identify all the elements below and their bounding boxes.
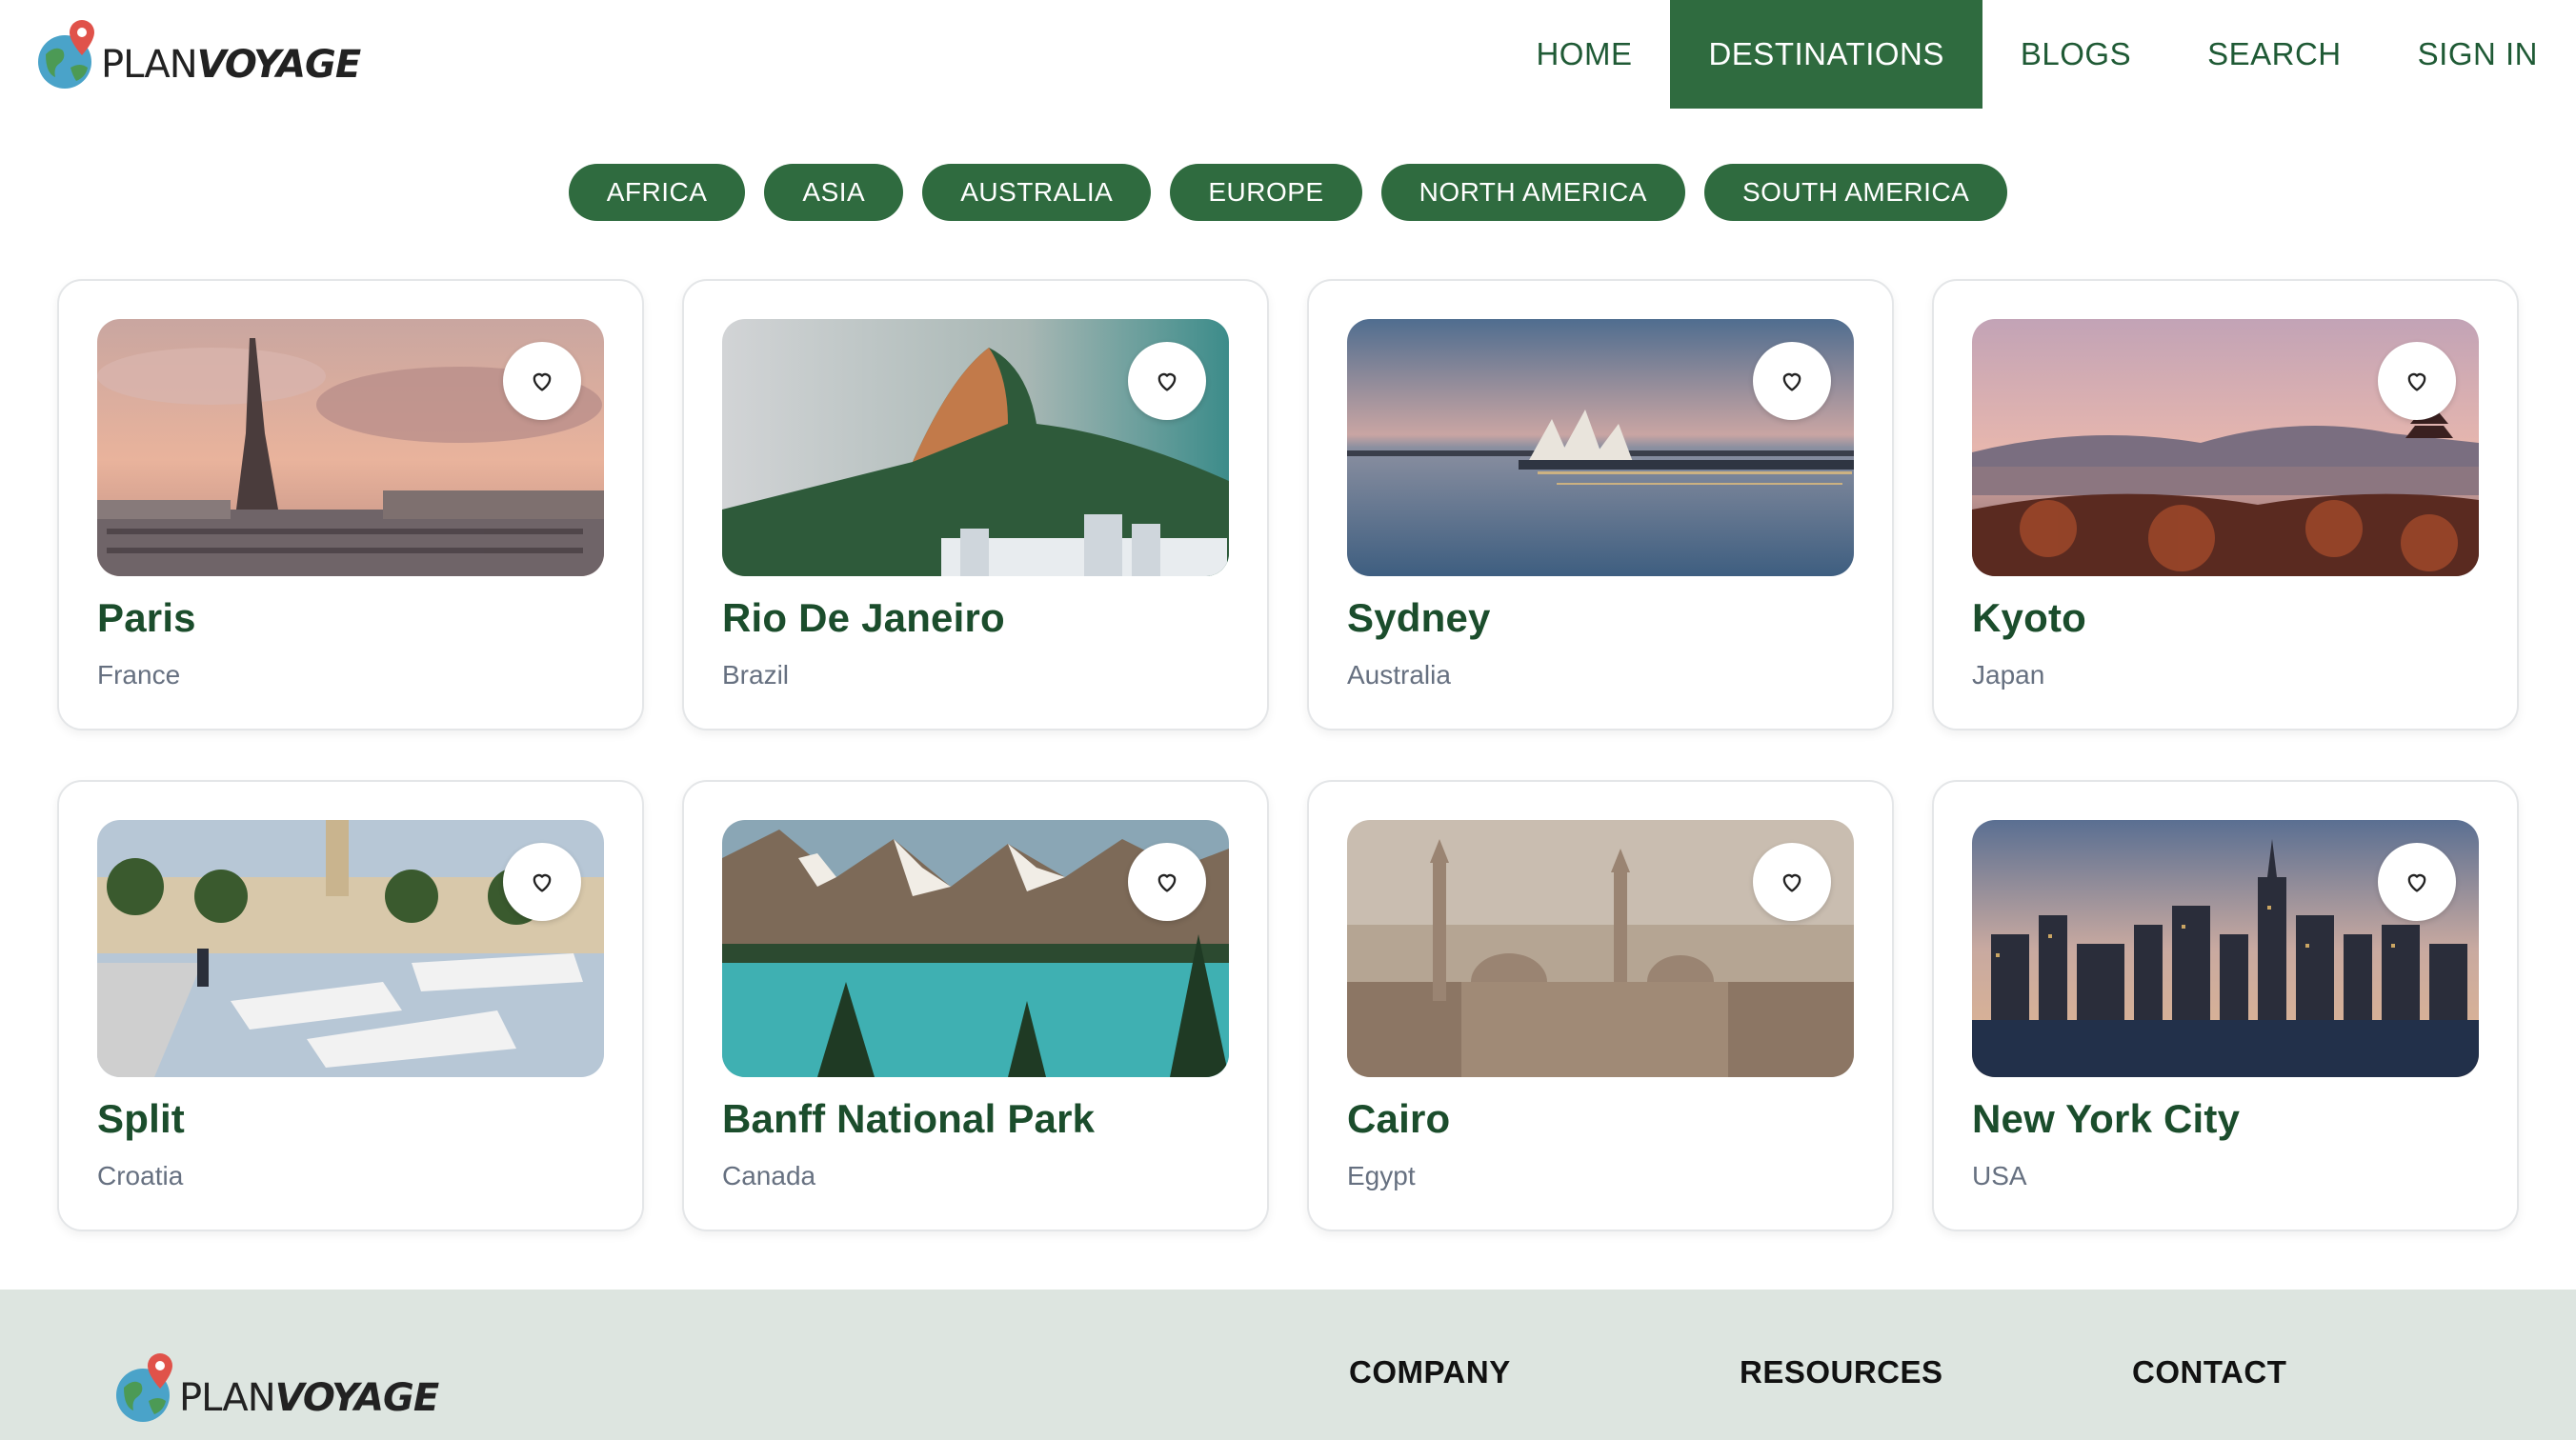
destination-country: Egypt	[1347, 1161, 1416, 1190]
destination-photo	[1347, 319, 1854, 576]
destination-card-banff-national-park[interactable]: Banff National Park Canada	[682, 780, 1269, 1231]
destination-name: Split	[97, 1096, 185, 1141]
destination-country: France	[97, 660, 181, 690]
destination-name: Sydney	[1347, 595, 1491, 640]
heart-outline-icon	[1782, 873, 1801, 892]
nav-search[interactable]: SEARCH	[2169, 0, 2380, 109]
favorite-button[interactable]	[2378, 843, 2456, 921]
destination-name: Banff National Park	[722, 1096, 1096, 1141]
heart-outline-icon	[1157, 873, 1177, 892]
nav-blogs[interactable]: BLOGS	[1982, 0, 2169, 109]
region-filter-south-america[interactable]: SOUTH AMERICA	[1703, 164, 2008, 221]
region-filter-north-america[interactable]: NORTH AMERICA	[1380, 164, 1685, 221]
destination-name: Kyoto	[1972, 595, 2086, 640]
destination-photo	[97, 820, 604, 1077]
heart-outline-icon	[533, 873, 552, 892]
footer-heading-contact: CONTACT	[2132, 1354, 2287, 1390]
nav-sign-in[interactable]: SIGN IN	[2380, 0, 2576, 109]
destination-grid: Paris France Rio De Janeiro Brazil Sydne…	[57, 279, 2519, 1231]
favorite-button[interactable]	[1128, 843, 1206, 921]
destination-name: Paris	[97, 595, 196, 640]
destination-photo	[722, 820, 1229, 1077]
footer-wordmark: PLANVOYAGE	[179, 1376, 440, 1420]
destination-card-split[interactable]: Split Croatia	[57, 780, 644, 1231]
globe-pin-icon	[38, 20, 94, 89]
favorite-button[interactable]	[1128, 342, 1206, 420]
heart-outline-icon	[2407, 372, 2426, 391]
region-filter-bar: AFRICA ASIA AUSTRALIA EUROPE NORTH AMERI…	[0, 164, 2576, 221]
region-filter-asia[interactable]: ASIA	[764, 164, 904, 221]
region-filter-europe[interactable]: EUROPE	[1170, 164, 1362, 221]
heart-outline-icon	[533, 372, 552, 391]
destination-card-cairo[interactable]: Cairo Egypt	[1307, 780, 1894, 1231]
destination-country: Croatia	[97, 1161, 184, 1190]
destination-country: Japan	[1972, 660, 2045, 690]
destination-name: Cairo	[1347, 1096, 1451, 1141]
destination-card-paris[interactable]: Paris France	[57, 279, 644, 730]
globe-pin-icon	[116, 1353, 172, 1422]
region-filter-africa[interactable]: AFRICA	[568, 164, 746, 221]
destination-card-kyoto[interactable]: Kyoto Japan	[1932, 279, 2519, 730]
destination-country: Canada	[722, 1161, 816, 1190]
destination-card-sydney[interactable]: Sydney Australia	[1307, 279, 1894, 730]
favorite-button[interactable]	[2378, 342, 2456, 420]
favorite-button[interactable]	[1753, 342, 1831, 420]
heart-outline-icon	[1157, 372, 1177, 391]
destination-photo	[722, 319, 1229, 576]
footer-logo[interactable]: PLANVOYAGE	[114, 1347, 440, 1429]
destination-country: Brazil	[722, 660, 790, 690]
destination-photo	[1347, 820, 1854, 1077]
destination-country: USA	[1972, 1161, 2027, 1190]
footer-heading-resources: RESOURCES	[1740, 1354, 1943, 1390]
brand-name-plain: PLAN	[179, 1376, 276, 1420]
site-header: PLANVOYAGE HOME DESTINATIONS BLOGS SEARC…	[0, 0, 2576, 109]
nav-destinations[interactable]: DESTINATIONS	[1670, 0, 1982, 109]
destination-card-new-york-city[interactable]: New York City USA	[1932, 780, 2519, 1231]
destination-name: New York City	[1972, 1096, 2241, 1141]
main-nav: HOME DESTINATIONS BLOGS SEARCH SIGN IN	[1498, 0, 2576, 109]
brand-name-bold: VOYAGE	[274, 1376, 440, 1420]
destination-photo	[1972, 820, 2479, 1077]
favorite-button[interactable]	[503, 342, 581, 420]
site-footer: PLANVOYAGE COMPANY RESOURCES CONTACT	[0, 1290, 2576, 1440]
destination-photo	[1972, 319, 2479, 576]
favorite-button[interactable]	[503, 843, 581, 921]
brand-logo[interactable]: PLANVOYAGE	[36, 13, 362, 95]
heart-outline-icon	[2407, 873, 2426, 892]
favorite-button[interactable]	[1753, 843, 1831, 921]
destination-country: Australia	[1347, 660, 1451, 690]
footer-heading-company: COMPANY	[1349, 1354, 1511, 1390]
destination-name: Rio De Janeiro	[722, 595, 1005, 640]
region-filter-australia[interactable]: AUSTRALIA	[922, 164, 1152, 221]
brand-name-bold: VOYAGE	[196, 43, 362, 87]
nav-home[interactable]: HOME	[1498, 0, 1670, 109]
destination-card-rio-de-janeiro[interactable]: Rio De Janeiro Brazil	[682, 279, 1269, 730]
brand-wordmark: PLANVOYAGE	[101, 43, 362, 87]
heart-outline-icon	[1782, 372, 1801, 391]
destination-photo	[97, 319, 604, 576]
brand-name-plain: PLAN	[101, 43, 198, 87]
